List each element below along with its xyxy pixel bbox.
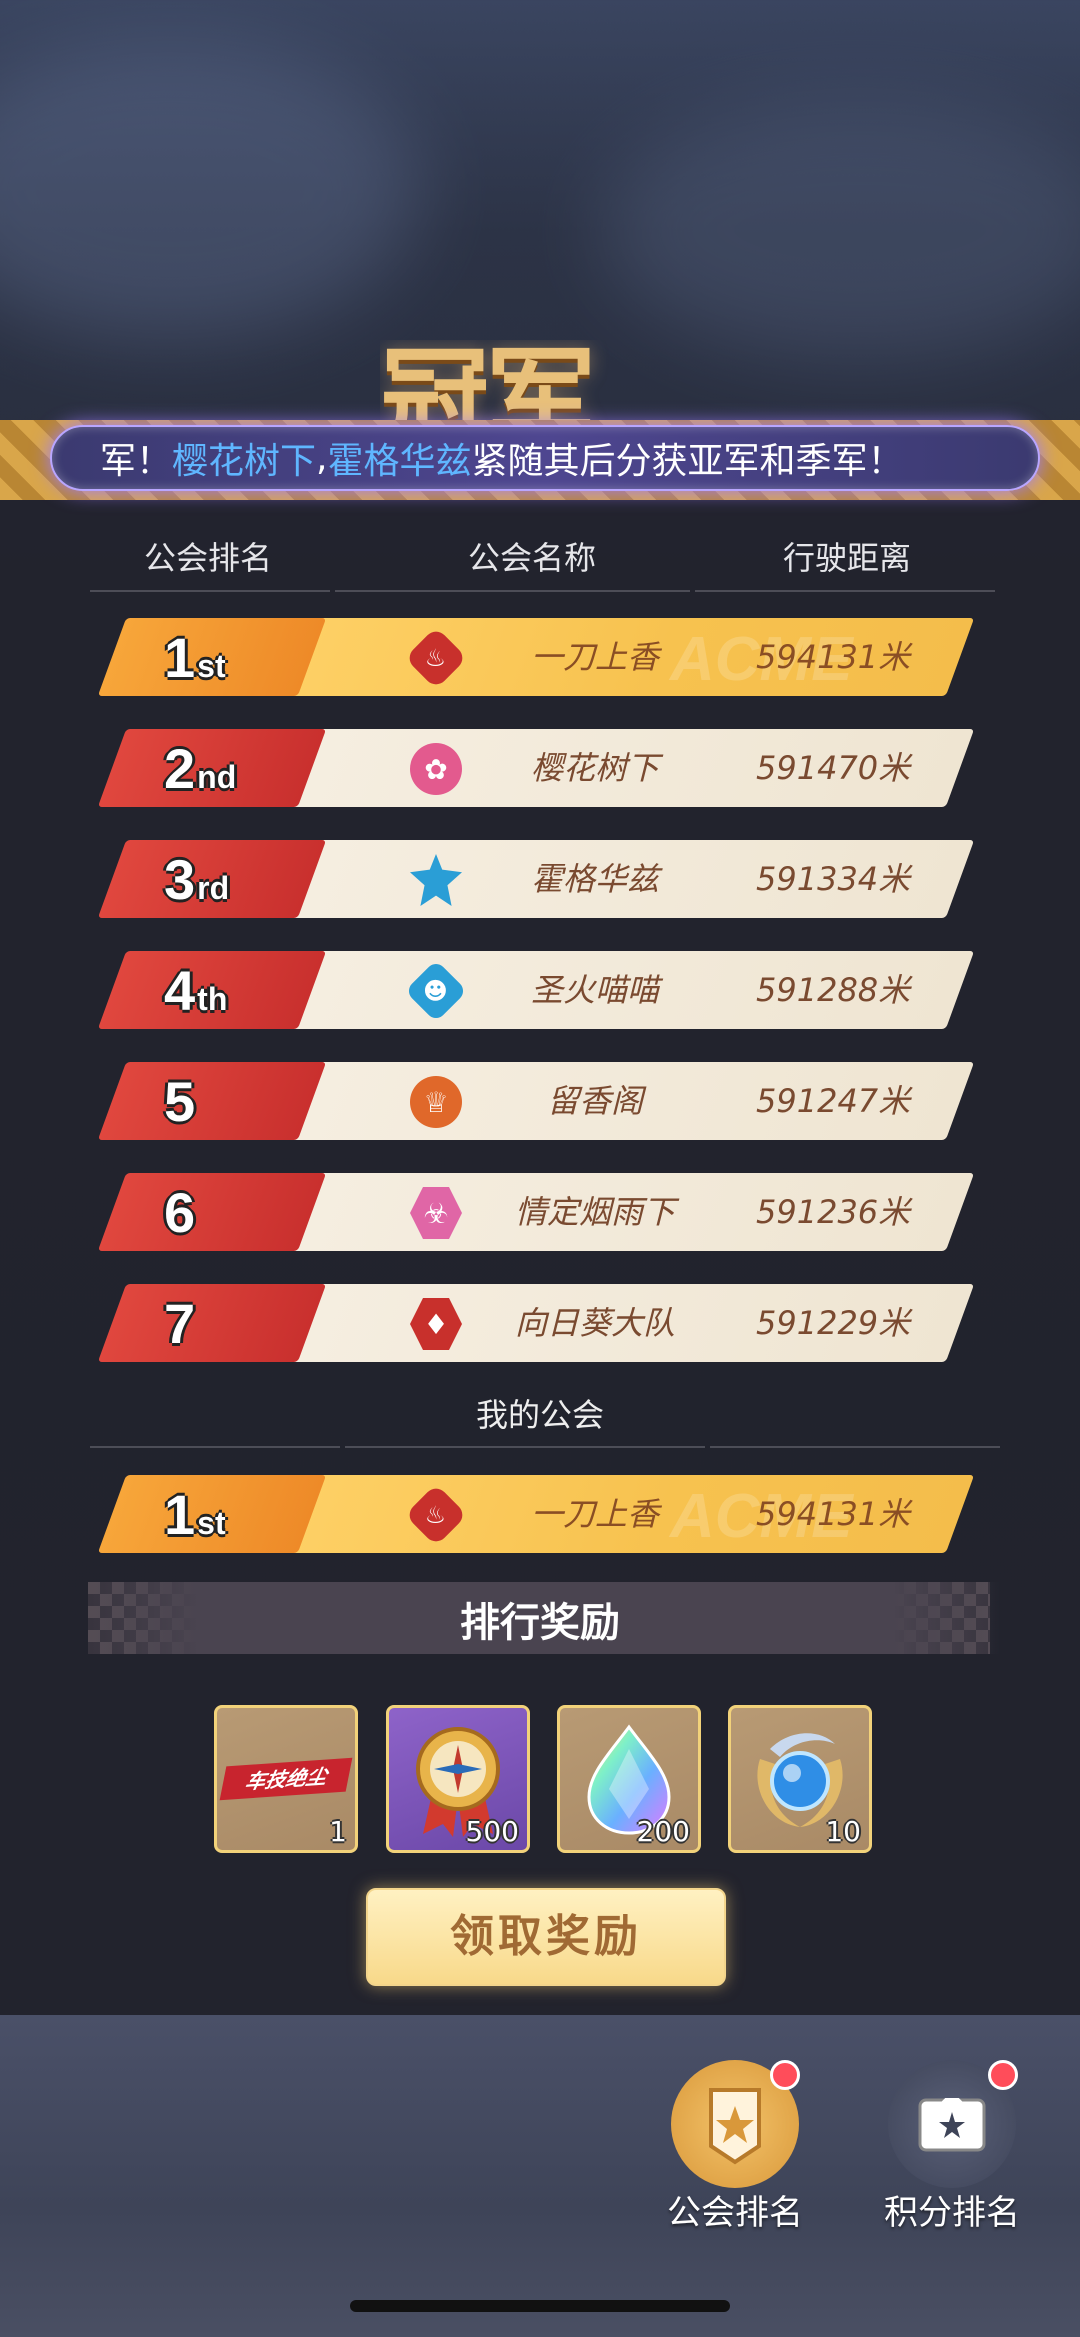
ranking-row-5[interactable]: 5 ♕ 留香阁 591247米 xyxy=(97,1062,980,1142)
guild-rank-label: 公会排名 xyxy=(667,2193,803,2233)
rank-badge xyxy=(97,1173,327,1251)
ribbon-label: 车技绝尘 xyxy=(219,1757,353,1801)
ranking-row-7[interactable]: 7 ♦ 向日葵大队 591229米 xyxy=(97,1284,980,1364)
column-header-name: 公会名称 xyxy=(468,539,597,577)
ticker-prefix: 军！ xyxy=(100,441,173,482)
reward-qty: 10 xyxy=(825,1815,861,1848)
guild-distance: 591288米 xyxy=(756,971,911,1009)
ticker-comma: , xyxy=(316,437,328,479)
reward-item-title-card[interactable]: 车技绝尘 1 xyxy=(214,1705,358,1853)
reward-item-medal[interactable]: 500 xyxy=(386,1705,530,1853)
ranking-row-3[interactable]: 3rd 霍格华兹 591334米 xyxy=(97,840,980,920)
rose-icon: ✿ xyxy=(410,743,462,795)
guild-distance: 591236米 xyxy=(756,1193,911,1231)
notification-dot xyxy=(770,2060,800,2090)
rank-number: 4th xyxy=(164,959,228,1022)
divider xyxy=(710,1446,1000,1448)
notification-dot xyxy=(988,2060,1018,2090)
crown-icon: ♕ xyxy=(410,1076,462,1128)
divider xyxy=(90,1446,340,1448)
guild-name: 樱花树下 xyxy=(530,749,659,787)
home-indicator[interactable] xyxy=(350,2300,730,2312)
guild-distance: 594131米 xyxy=(756,638,911,676)
rank-badge xyxy=(97,1062,327,1140)
guild-distance: 591470米 xyxy=(756,749,911,787)
reward-qty: 1 xyxy=(329,1815,347,1848)
ticker-suffix: 紧随其后分获亚军和季军！ xyxy=(471,441,904,482)
ranking-row-6[interactable]: 6 ☣ 情定烟雨下 591236米 xyxy=(97,1173,980,1253)
reward-item-gem[interactable]: 200 xyxy=(557,1705,701,1853)
points-rank-label: 积分排名 xyxy=(884,2193,1020,2233)
guild-name: 向日葵大队 xyxy=(514,1304,675,1342)
column-header-rank: 公会排名 xyxy=(144,539,273,577)
reward-qty: 500 xyxy=(465,1815,519,1848)
rank-number: 2nd xyxy=(164,737,237,800)
ranking-row-4[interactable]: 4th ☻ 圣火喵喵 591288米 xyxy=(97,951,980,1031)
guild-distance: 591247米 xyxy=(756,1082,911,1120)
guild-distance: 591229米 xyxy=(756,1304,911,1342)
rank-number: 6 xyxy=(164,1181,196,1244)
rank-number: 1st xyxy=(164,626,226,689)
rank-number: 5 xyxy=(164,1070,196,1133)
rank-number: 3rd xyxy=(164,848,230,911)
guild-distance: 594131米 xyxy=(756,1495,911,1533)
rank-badge xyxy=(97,1284,327,1362)
reward-qty: 200 xyxy=(636,1815,690,1848)
guild-name: 一刀上香 xyxy=(530,638,659,676)
column-header-distance: 行驶距离 xyxy=(783,539,912,577)
guild-name: 留香阁 xyxy=(546,1082,643,1120)
guild-name: 霍格华兹 xyxy=(530,860,659,898)
rank-number: 1st xyxy=(164,1483,226,1546)
ticker-silver-guild: 樱花树下 xyxy=(172,441,317,482)
ranking-row-2[interactable]: 2nd ✿ 樱花树下 591470米 xyxy=(97,729,980,809)
my-guild-label: 我的公会 xyxy=(475,1396,604,1434)
background-glow xyxy=(600,100,1080,360)
ranking-row-1[interactable]: ACME 1st ♨ 一刀上香 594131米 xyxy=(97,618,980,698)
reward-item-orb[interactable]: 10 xyxy=(728,1705,872,1853)
reward-title: 排行奖励 xyxy=(460,1600,620,1646)
guild-distance: 591334米 xyxy=(756,860,911,898)
guild-name: 情定烟雨下 xyxy=(514,1193,675,1231)
divider xyxy=(335,590,690,592)
divider xyxy=(90,590,330,592)
divider xyxy=(695,590,995,592)
guild-name: 圣火喵喵 xyxy=(530,971,659,1009)
announcement-ticker: 军！ 樱花树下 , 霍格华兹 紧随其后分获亚军和季军！ xyxy=(50,425,1040,491)
guild-name: 一刀上香 xyxy=(530,1495,659,1533)
background-glow xyxy=(0,40,420,340)
ticker-bronze-guild: 霍格华兹 xyxy=(327,441,472,482)
divider xyxy=(345,1446,705,1448)
claim-reward-button[interactable]: 领取奖励 xyxy=(366,1888,726,1986)
rank-number: 7 xyxy=(164,1292,196,1355)
my-guild-row[interactable]: ACME 1st ♨ 一刀上香 594131米 xyxy=(97,1475,980,1555)
